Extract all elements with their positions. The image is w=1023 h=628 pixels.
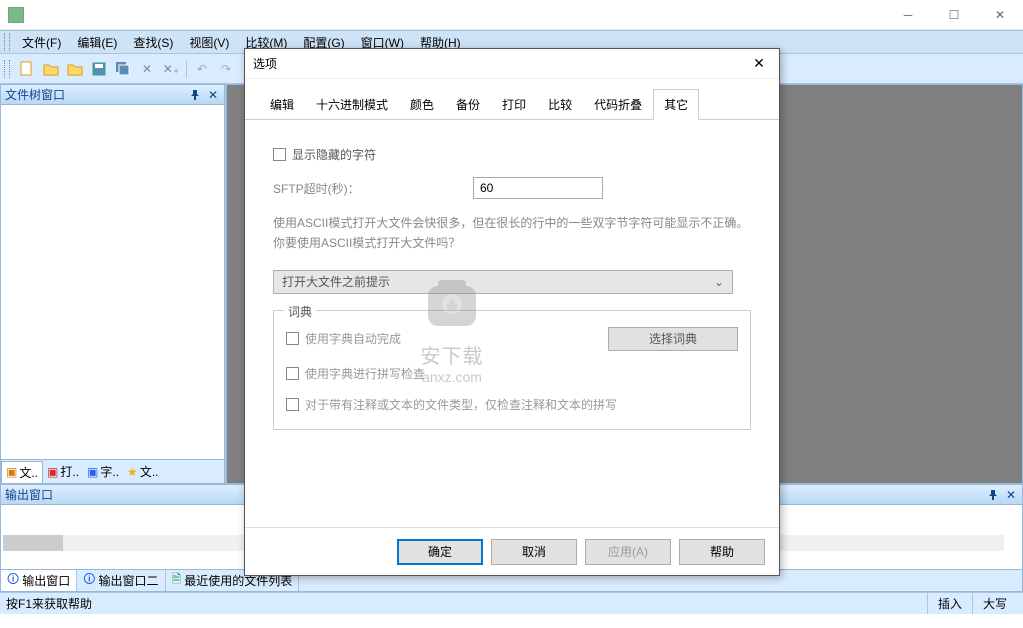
dropdown-value: 打开大文件之前提示	[282, 273, 390, 290]
menubar-grip[interactable]	[4, 33, 10, 51]
input-sftp-timeout[interactable]	[473, 177, 603, 199]
sidebar-tab-fav[interactable]: ★文..	[123, 461, 162, 482]
delete-icon[interactable]: ✕	[136, 58, 158, 80]
app-icon	[8, 7, 24, 23]
ascii-description: 使用ASCII模式打开大文件会快很多，但在很长的行中的一些双字节字符可能显示不正…	[273, 213, 751, 254]
maximize-button[interactable]: ☐	[931, 0, 977, 30]
dictionary-legend: 词典	[284, 303, 316, 320]
tab-codefold[interactable]: 代码折叠	[583, 89, 653, 120]
delete-all-icon[interactable]: ✕₊	[160, 58, 182, 80]
tab-color[interactable]: 颜色	[399, 89, 445, 120]
output-scroll-thumb[interactable]	[3, 535, 63, 551]
cancel-button[interactable]: 取消	[491, 539, 577, 565]
pin-icon[interactable]	[188, 88, 202, 102]
dialog-tabs: 编辑 十六进制模式 颜色 备份 打印 比较 代码折叠 其它	[245, 89, 779, 120]
checkbox-dict-autocomplete[interactable]	[286, 332, 299, 345]
checkbox-show-hidden[interactable]	[273, 148, 286, 161]
select-dict-button[interactable]: 选择词典	[608, 327, 738, 351]
dialog-content: 显示隐藏的字符 SFTP超时(秒)： 使用ASCII模式打开大文件会快很多，但在…	[245, 120, 779, 527]
tab-backup[interactable]: 备份	[445, 89, 491, 120]
options-dialog: 选项 ✕ 编辑 十六进制模式 颜色 备份 打印 比较 代码折叠 其它 显示隐藏的…	[244, 48, 780, 576]
toolbar-grip[interactable]	[4, 60, 10, 78]
chevron-down-icon: ⌄	[714, 275, 724, 289]
tab-compare[interactable]: 比较	[537, 89, 583, 120]
checkbox-comments-only[interactable]	[286, 398, 299, 411]
minimize-button[interactable]: ─	[885, 0, 931, 30]
output-close-icon[interactable]: ✕	[1004, 488, 1018, 502]
close-button[interactable]: ✕	[977, 0, 1023, 30]
sidebar-tabs: ▣文.. ▣打.. ▣字.. ★文..	[0, 460, 225, 484]
dialog-titlebar: 选项 ✕	[245, 49, 779, 79]
apply-button[interactable]: 应用(A)	[585, 539, 671, 565]
sidebar-tab-file[interactable]: ▣文..	[1, 461, 43, 483]
sidebar-tab-chars[interactable]: ▣字..	[83, 461, 123, 482]
save-icon[interactable]	[88, 58, 110, 80]
label-dict-autocomplete: 使用字典自动完成	[305, 330, 401, 347]
status-caps: 大写	[972, 593, 1017, 614]
output-tab-2[interactable]: 🛈输出窗口二	[77, 570, 165, 591]
open-folder-icon[interactable]	[40, 58, 62, 80]
window-titlebar: ─ ☐ ✕	[0, 0, 1023, 30]
label-comments-only: 对于带有注释或文本的文件类型，仅检查注释和文本的拼写	[305, 396, 617, 413]
tab-hex[interactable]: 十六进制模式	[305, 89, 399, 120]
ok-button[interactable]: 确定	[397, 539, 483, 565]
label-sftp-timeout: SFTP超时(秒)：	[273, 180, 473, 197]
dictionary-fieldset: 词典 使用字典自动完成 选择词典 使用字典进行拼写检查 对于带有注释或文本的文件…	[273, 310, 751, 430]
output-tab-1[interactable]: 🛈输出窗口	[1, 570, 77, 591]
output-pin-icon[interactable]	[986, 488, 1000, 502]
label-dict-spellcheck: 使用字典进行拼写检查	[305, 365, 425, 382]
file-tree-body	[0, 105, 225, 460]
redo-icon[interactable]: ↷	[215, 58, 237, 80]
file-tree-title: 文件树窗口	[5, 86, 65, 103]
status-help-text: 按F1来获取帮助	[6, 595, 92, 612]
tab-other[interactable]: 其它	[653, 89, 699, 120]
menu-find[interactable]: 查找(S)	[125, 32, 181, 53]
file-tree-panel-header: 文件树窗口 ✕	[0, 84, 225, 105]
label-show-hidden: 显示隐藏的字符	[292, 146, 376, 163]
dialog-close-icon[interactable]: ✕	[747, 52, 771, 76]
save-all-icon[interactable]	[112, 58, 134, 80]
tab-print[interactable]: 打印	[491, 89, 537, 120]
menu-edit[interactable]: 编辑(E)	[69, 32, 125, 53]
help-button[interactable]: 帮助	[679, 539, 765, 565]
dialog-title-text: 选项	[253, 55, 277, 72]
new-file-icon[interactable]	[16, 58, 38, 80]
panel-close-icon[interactable]: ✕	[206, 88, 220, 102]
menu-view[interactable]: 视图(V)	[181, 32, 237, 53]
statusbar: 按F1来获取帮助 插入 大写	[0, 592, 1023, 614]
large-file-dropdown[interactable]: 打开大文件之前提示 ⌄	[273, 270, 733, 294]
output-title: 输出窗口	[5, 486, 53, 503]
status-insert: 插入	[927, 593, 972, 614]
dialog-buttons: 确定 取消 应用(A) 帮助	[245, 527, 779, 575]
undo-icon[interactable]: ↶	[191, 58, 213, 80]
tab-edit[interactable]: 编辑	[259, 89, 305, 120]
sidebar-tab-open[interactable]: ▣打..	[43, 461, 83, 482]
checkbox-dict-spellcheck[interactable]	[286, 367, 299, 380]
open-folder2-icon[interactable]	[64, 58, 86, 80]
menu-file[interactable]: 文件(F)	[14, 32, 69, 53]
